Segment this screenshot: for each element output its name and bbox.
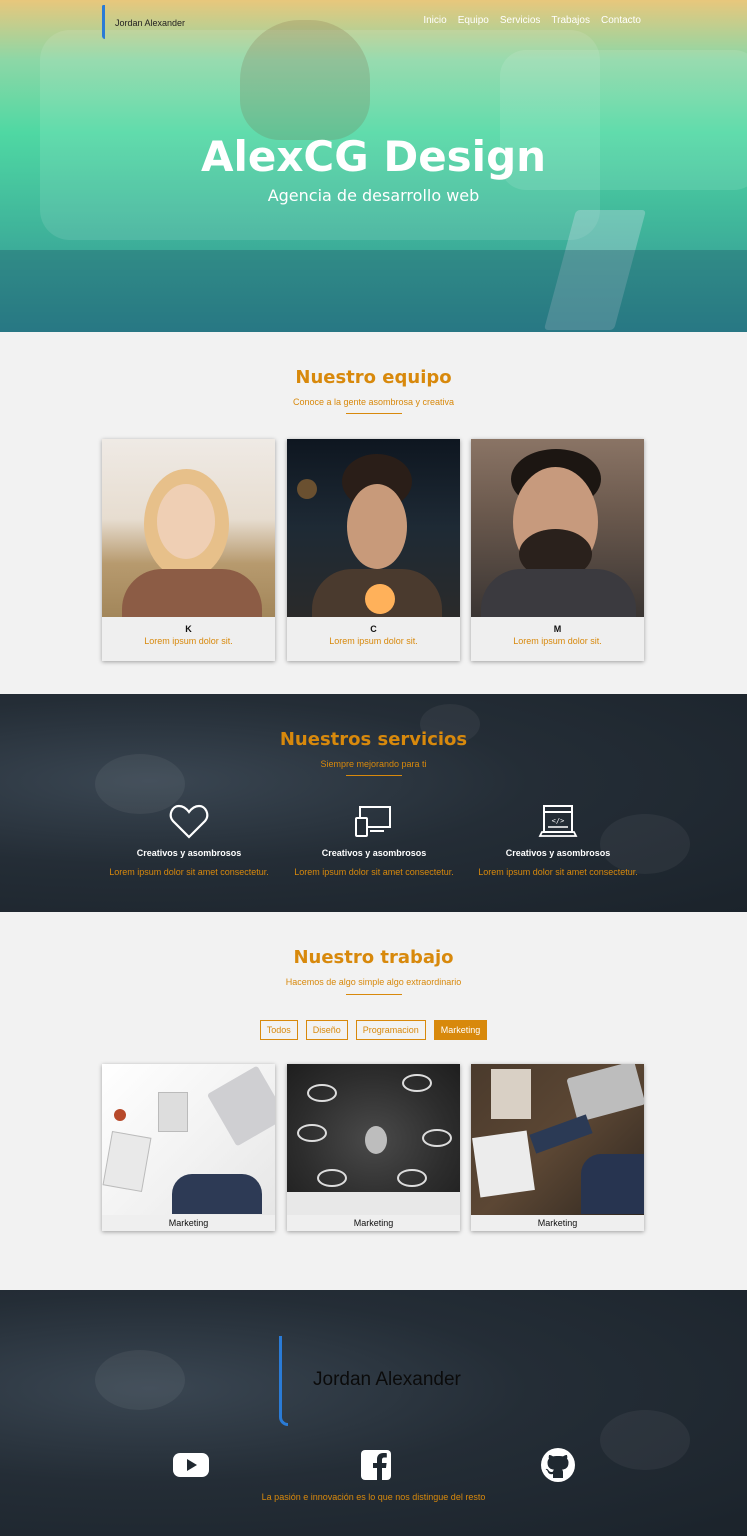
team-member-photo (471, 439, 644, 617)
nav-link-contacto[interactable]: Contacto (601, 15, 641, 26)
devices-icon (355, 806, 391, 837)
filter-diseno-button[interactable]: Diseño (305, 1020, 348, 1040)
service-title: Creativos y asombrosos (136, 848, 242, 858)
footer-logo[interactable]: Jordan Alexander (279, 1336, 461, 1426)
footer-logo-mark (279, 1336, 288, 1426)
service-title: Creativos y asombrosos (321, 848, 427, 858)
team-member-name: K (185, 624, 192, 634)
footer-brand-name: Jordan Alexander (313, 1369, 461, 1390)
team-member-name: M (553, 624, 562, 634)
team-member-role: Lorem ipsum dolor sit. (513, 636, 602, 646)
portfolio-item[interactable]: Marketing (471, 1064, 644, 1231)
services-section (0, 694, 747, 912)
footer-tagline: La pasión e innovación es lo que nos dis… (261, 1492, 486, 1502)
services-section-subtitle: Siempre mejorando para ti (320, 759, 427, 769)
team-member-photo (287, 439, 460, 617)
portfolio-caption: Marketing (353, 1218, 394, 1228)
hero-subtitle: Agencia de desarrollo web (267, 186, 480, 205)
portfolio-caption: Marketing (168, 1218, 209, 1228)
team-section-subtitle: Conoce a la gente asombrosa y creativa (292, 397, 455, 407)
heart-icon (169, 804, 209, 839)
work-title-underline (346, 994, 402, 995)
service-item: Creativos y asombrosos Lorem ipsum dolor… (104, 804, 274, 878)
filter-todos-button[interactable]: Todos (259, 1020, 298, 1040)
brand-logo[interactable]: Jordan Alexander (102, 5, 185, 39)
portfolio-image (471, 1064, 644, 1215)
portfolio-item[interactable]: Marketing (287, 1064, 460, 1231)
hero-banner: Jordan Alexander Inicio Equipo Servicios… (0, 0, 747, 332)
nav-link-equipo[interactable]: Equipo (458, 15, 489, 26)
portfolio-image (102, 1064, 275, 1215)
svg-text:</>: </> (552, 817, 565, 825)
facebook-icon[interactable] (358, 1447, 394, 1483)
team-member-card[interactable]: M Lorem ipsum dolor sit. (471, 439, 644, 661)
service-description: Lorem ipsum dolor sit amet consectetur. (478, 867, 638, 877)
team-member-photo (102, 439, 275, 617)
youtube-icon[interactable] (173, 1447, 209, 1483)
team-member-card[interactable]: K Lorem ipsum dolor sit. (102, 439, 275, 661)
team-title-underline (346, 413, 402, 414)
logo-mark (102, 5, 105, 39)
nav-menu: Inicio Equipo Servicios Trabajos Contact… (423, 15, 641, 26)
top-navbar: Jordan Alexander Inicio Equipo Servicios… (0, 0, 747, 44)
brand-name: Jordan Alexander (115, 18, 186, 28)
work-section-subtitle: Hacemos de algo simple algo extraordinar… (285, 977, 462, 987)
hero-floor-shade (0, 250, 747, 332)
code-window-icon: </> (538, 805, 578, 837)
filter-programacion-button[interactable]: Programacion (355, 1020, 426, 1040)
team-member-name: C (370, 624, 377, 634)
work-filter-bar: Todos Diseño Programacion Marketing (0, 1020, 747, 1040)
nav-link-servicios[interactable]: Servicios (500, 15, 541, 26)
services-section-title: Nuestros servicios (279, 729, 468, 750)
work-section-title: Nuestro trabajo (293, 947, 454, 968)
portfolio-caption: Marketing (537, 1218, 578, 1228)
team-member-card[interactable]: C Lorem ipsum dolor sit. (287, 439, 460, 661)
service-description: Lorem ipsum dolor sit amet consectetur. (294, 867, 454, 877)
service-title: Creativos y asombrosos (505, 848, 611, 858)
service-item: Creativos y asombrosos Lorem ipsum dolor… (289, 804, 459, 878)
service-item: </> Creativos y asombrosos Lorem ipsum d… (473, 804, 643, 878)
team-member-role: Lorem ipsum dolor sit. (144, 636, 233, 646)
service-description: Lorem ipsum dolor sit amet consectetur. (109, 867, 269, 877)
team-section-title: Nuestro equipo (295, 367, 452, 388)
github-icon[interactable] (540, 1447, 576, 1483)
nav-link-trabajos[interactable]: Trabajos (551, 15, 590, 26)
team-member-role: Lorem ipsum dolor sit. (329, 636, 418, 646)
hero-title: AlexCG Design (200, 132, 547, 181)
nav-link-inicio[interactable]: Inicio (423, 15, 446, 26)
services-title-underline (346, 775, 402, 776)
filter-marketing-button[interactable]: Marketing (433, 1020, 488, 1040)
portfolio-image (287, 1064, 460, 1215)
portfolio-item[interactable]: Marketing (102, 1064, 275, 1231)
